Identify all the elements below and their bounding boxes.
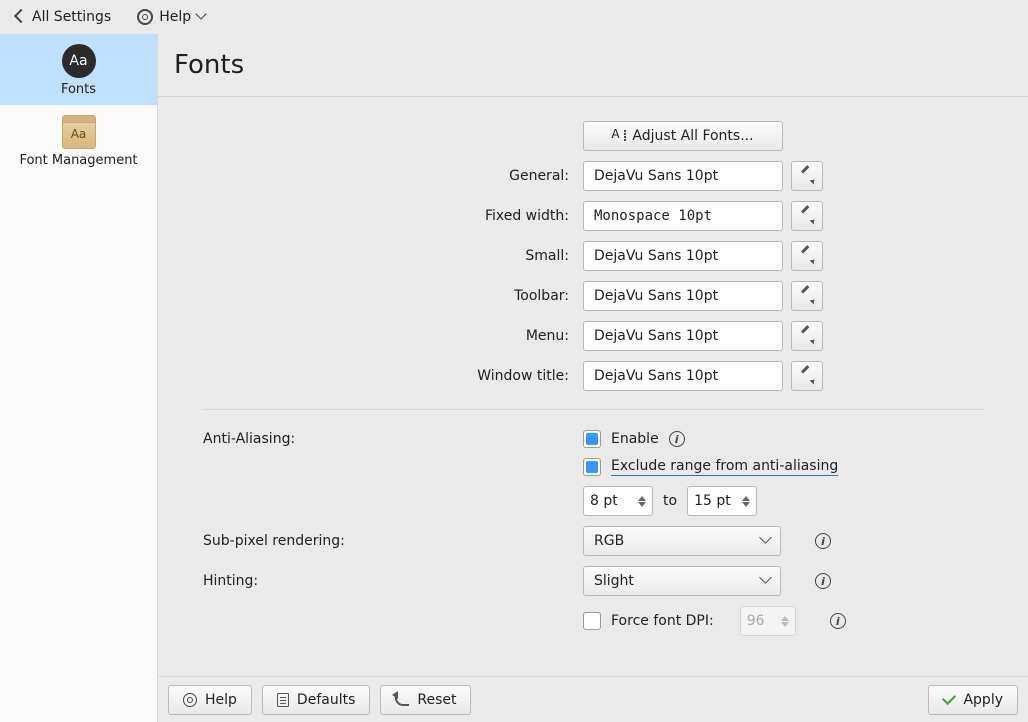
exclude-range-checkbox[interactable]	[583, 458, 601, 476]
general-label: General:	[203, 168, 575, 184]
range-to-label: to	[663, 493, 677, 509]
small-font-field[interactable]: DejaVu Sans 10pt	[583, 241, 783, 271]
topbar: All Settings Help	[0, 0, 1028, 34]
info-icon[interactable]: i	[830, 613, 846, 629]
defaults-label: Defaults	[297, 692, 355, 708]
help-label: Help	[159, 9, 191, 25]
fixed-width-font-edit-button[interactable]	[791, 201, 823, 231]
pencil-icon	[800, 369, 814, 383]
defaults-button[interactable]: Defaults	[262, 685, 370, 715]
anti-aliasing-enable-checkbox[interactable]	[583, 430, 601, 448]
reset-button[interactable]: Reset	[380, 685, 471, 715]
pencil-icon	[800, 169, 814, 183]
pencil-icon	[800, 289, 814, 303]
window-title-font-field[interactable]: DejaVu Sans 10pt	[583, 361, 783, 391]
sidebar-item-fonts[interactable]: Aa Fonts	[0, 34, 157, 105]
footer-help-label: Help	[205, 692, 237, 708]
chevron-down-icon	[197, 9, 205, 25]
reset-label: Reset	[417, 692, 456, 708]
pencil-icon	[800, 209, 814, 223]
footer-help-button[interactable]: Help	[168, 685, 252, 715]
exclude-range-to-spinbox[interactable]: 15 pt	[687, 486, 757, 516]
pencil-icon	[800, 249, 814, 263]
font-package-icon: Aa	[62, 115, 96, 149]
main: Fonts Adjust All Fonts... General: DejaV…	[158, 34, 1028, 722]
adjust-all-fonts-button[interactable]: Adjust All Fonts...	[583, 121, 783, 151]
force-font-dpi-value: 96	[747, 613, 765, 629]
exclude-range-from-spinbox[interactable]: 8 pt	[583, 486, 653, 516]
sidebar: Aa Fonts Aa Font Management	[0, 34, 158, 722]
general-font-edit-button[interactable]	[791, 161, 823, 191]
apply-label: Apply	[963, 692, 1003, 708]
divider	[203, 409, 983, 410]
exclude-range-label: Exclude range from anti-aliasing	[611, 458, 838, 476]
help-menu[interactable]: Help	[131, 5, 211, 29]
chevron-down-icon	[761, 533, 770, 549]
window-title-label: Window title:	[203, 368, 575, 384]
info-icon[interactable]: i	[815, 573, 831, 589]
fonts-icon: Aa	[62, 44, 96, 78]
hinting-value: Slight	[594, 573, 634, 589]
info-icon[interactable]: i	[815, 533, 831, 549]
exclude-range-to-value: 15 pt	[694, 493, 731, 509]
anti-aliasing-label: Anti-Aliasing:	[203, 431, 575, 447]
apply-button[interactable]: Apply	[928, 685, 1018, 715]
force-font-dpi-spinbox: 96	[740, 606, 796, 636]
exclude-range-from-value: 8 pt	[590, 493, 618, 509]
fixed-width-label: Fixed width:	[203, 208, 575, 224]
sidebar-item-label: Fonts	[61, 82, 96, 97]
sidebar-item-font-management[interactable]: Aa Font Management	[0, 105, 157, 176]
info-icon[interactable]: i	[669, 431, 685, 447]
force-font-dpi-checkbox[interactable]	[583, 612, 601, 630]
adjust-fonts-icon	[612, 129, 626, 143]
footer: Help Defaults Reset Apply	[158, 676, 1028, 722]
small-font-edit-button[interactable]	[791, 241, 823, 271]
adjust-all-fonts-label: Adjust All Fonts...	[632, 128, 753, 144]
subpixel-rendering-combobox[interactable]: RGB	[583, 526, 781, 556]
menu-font-field[interactable]: DejaVu Sans 10pt	[583, 321, 783, 351]
subpixel-label: Sub-pixel rendering:	[203, 533, 575, 549]
page-title: Fonts	[158, 34, 1028, 97]
enable-label: Enable	[611, 431, 659, 447]
chevron-down-icon	[761, 573, 770, 589]
all-settings-label: All Settings	[32, 9, 111, 25]
pencil-icon	[800, 329, 814, 343]
checkmark-icon	[943, 692, 955, 708]
window-title-font-edit-button[interactable]	[791, 361, 823, 391]
document-icon	[277, 693, 289, 707]
spinbox-controls	[781, 616, 789, 627]
spinbox-controls[interactable]	[638, 496, 646, 507]
chevron-left-icon	[16, 9, 26, 25]
toolbar-font-field[interactable]: DejaVu Sans 10pt	[583, 281, 783, 311]
force-font-dpi-label: Force font DPI:	[611, 613, 714, 629]
hinting-combobox[interactable]: Slight	[583, 566, 781, 596]
all-settings-back-button[interactable]: All Settings	[10, 5, 117, 29]
menu-label: Menu:	[203, 328, 575, 344]
lifebuoy-icon	[137, 9, 153, 25]
undo-icon	[395, 694, 409, 706]
menu-font-edit-button[interactable]	[791, 321, 823, 351]
sidebar-item-label: Font Management	[19, 153, 137, 168]
small-label: Small:	[203, 248, 575, 264]
general-font-field[interactable]: DejaVu Sans 10pt	[583, 161, 783, 191]
lifebuoy-icon	[183, 693, 197, 707]
spinbox-controls[interactable]	[742, 496, 750, 507]
toolbar-font-edit-button[interactable]	[791, 281, 823, 311]
subpixel-value: RGB	[594, 533, 624, 549]
toolbar-label: Toolbar:	[203, 288, 575, 304]
hinting-label: Hinting:	[203, 573, 575, 589]
fixed-width-font-field[interactable]: Monospace 10pt	[583, 201, 783, 231]
